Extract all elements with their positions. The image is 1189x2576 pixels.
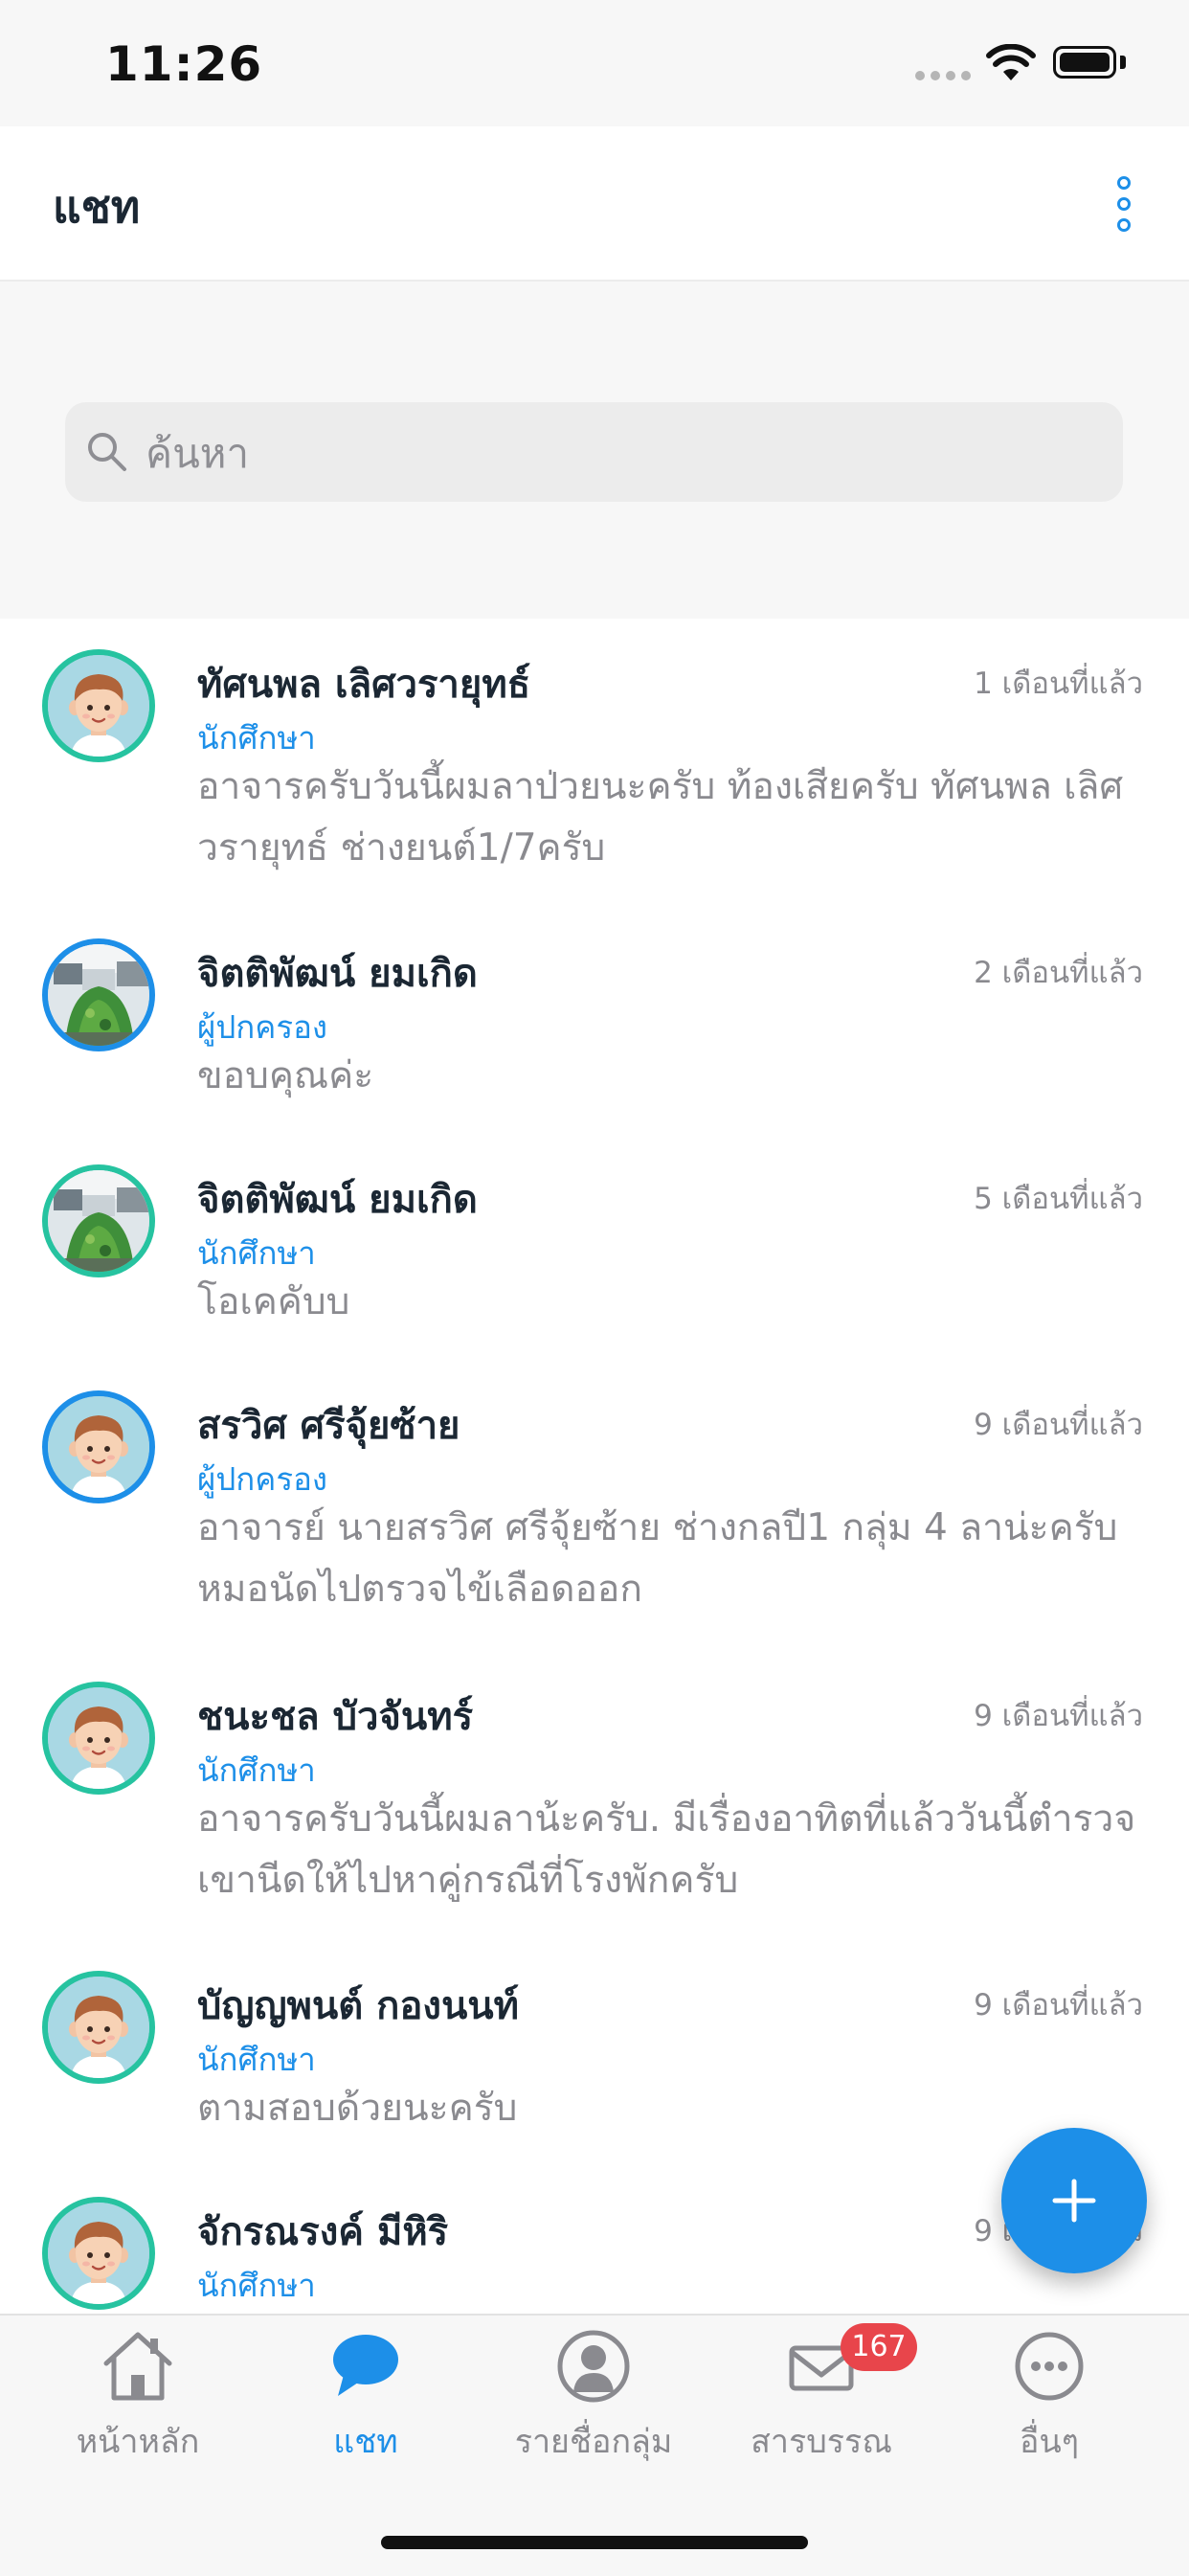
chat-list-item[interactable]: จิตติพัฒน์ ยมเกิด นักศึกษา โอเคคับบ 5 เด… [0, 1136, 1189, 1362]
tab-home[interactable]: หน้าหลัก [19, 2316, 257, 2488]
chat-list-item[interactable]: ทัศนพล เลิศวรายุทธ์ นักศึกษา อาจารครับวั… [0, 619, 1189, 910]
avatar [42, 1164, 155, 1277]
message-time: 9 เดือนที่แล้ว [974, 1988, 1143, 2022]
tab-group-list[interactable]: รายชื่อกลุ่ม [475, 2316, 712, 2488]
chat-list: ทัศนพล เลิศวรายุทธ์ นักศึกษา อาจารครับวั… [0, 619, 1189, 2316]
wifi-icon [986, 44, 1036, 80]
search-input[interactable] [144, 416, 1086, 490]
more-icon [1015, 2332, 1084, 2401]
unread-badge: 167 [841, 2323, 917, 2371]
nav-header: แชท [0, 126, 1189, 282]
chat-list-item[interactable]: สรวิศ ศรีจุ้ยซ้าย ผู้ปกครอง อาจารย์ นายส… [0, 1362, 1189, 1653]
tab-more[interactable]: อื่นๆ [931, 2316, 1168, 2488]
message-time: 9 เดือนที่แล้ว [974, 1699, 1143, 1733]
contact-name: สรวิศ ศรีจุ้ยซ้าย [197, 1404, 460, 1448]
message-time: 1 เดือนที่แล้ว [974, 667, 1143, 701]
chat-bubble-icon [333, 2335, 398, 2396]
tab-chat[interactable]: แชท [247, 2316, 484, 2488]
contact-name: จักรณรงค์ มีหิริ [197, 2210, 449, 2254]
message-time: 5 เดือนที่แล้ว [974, 1182, 1143, 1216]
search-area [0, 282, 1189, 619]
tab-label: สารบรรณ [751, 2423, 892, 2461]
tab-label: รายชื่อกลุ่ม [514, 2423, 673, 2461]
avatar [42, 938, 155, 1051]
contact-role: นักศึกษา [197, 2267, 316, 2304]
plus-icon [1052, 2179, 1096, 2223]
tab-label: อื่นๆ [1020, 2423, 1079, 2461]
home-indicator [381, 2536, 808, 2549]
tab-label: แชท [333, 2423, 398, 2461]
new-chat-button[interactable] [1001, 2128, 1147, 2273]
page-title: แชท [53, 181, 141, 233]
chat-list-item[interactable]: ชนะชล บัวจันทร์ นักศึกษา อาจารครับวันนี้… [0, 1653, 1189, 1942]
battery-icon [1053, 46, 1116, 79]
last-message: ขอบคุณค่ะ [197, 1054, 374, 1097]
last-message: อาจารย์ นายสรวิศ ศรีจุ้ยซ้าย ช่างกลปี1 ก… [197, 1506, 1118, 1611]
message-time: 9 เดือนที่แล้ว [974, 1408, 1143, 1442]
avatar [42, 1390, 155, 1503]
tab-label: หน้าหลัก [76, 2423, 200, 2461]
contact-name: จิตติพัฒน์ ยมเกิด [197, 952, 478, 996]
tab-documents[interactable]: 167 สารบรรณ [703, 2316, 940, 2488]
avatar [42, 2197, 155, 2310]
cellular-signal-icon [915, 71, 973, 80]
chat-list-item[interactable]: จิตติพัฒน์ ยมเกิด ผู้ปกครอง ขอบคุณค่ะ 2 … [0, 910, 1189, 1136]
last-message: อาจารครับวันนี้ผมลาป่วยนะครับ ท้องเสียคร… [197, 765, 1124, 870]
avatar [42, 1682, 155, 1795]
last-message: อาจารครับวันนี้ผมลาน้ะครับ. มีเรื่องอาทิ… [197, 1797, 1136, 1902]
status-bar: 11:26 [0, 0, 1189, 126]
last-message: โอเคคับบ [197, 1280, 350, 1323]
message-time: 2 เดือนที่แล้ว [974, 956, 1143, 990]
home-icon [103, 2332, 172, 2401]
search-bar[interactable] [65, 402, 1123, 502]
contact-name: จิตติพัฒน์ ยมเกิด [197, 1178, 478, 1222]
last-message: ตามสอบด้วยนะครับ [197, 2087, 518, 2130]
contact-name: บัญญพนต์ กองนนท์ [197, 1984, 519, 2028]
contact-name: ชนะชล บัวจันทร์ [197, 1695, 474, 1739]
contact-name: ทัศนพล เลิศวรายุทธ์ [197, 663, 531, 707]
avatar [42, 649, 155, 762]
status-time: 11:26 [105, 36, 263, 92]
person-icon [557, 2330, 630, 2403]
search-icon [88, 433, 126, 471]
more-options-button[interactable] [1101, 170, 1151, 237]
battery-cap [1120, 56, 1126, 69]
avatar [42, 1971, 155, 2084]
